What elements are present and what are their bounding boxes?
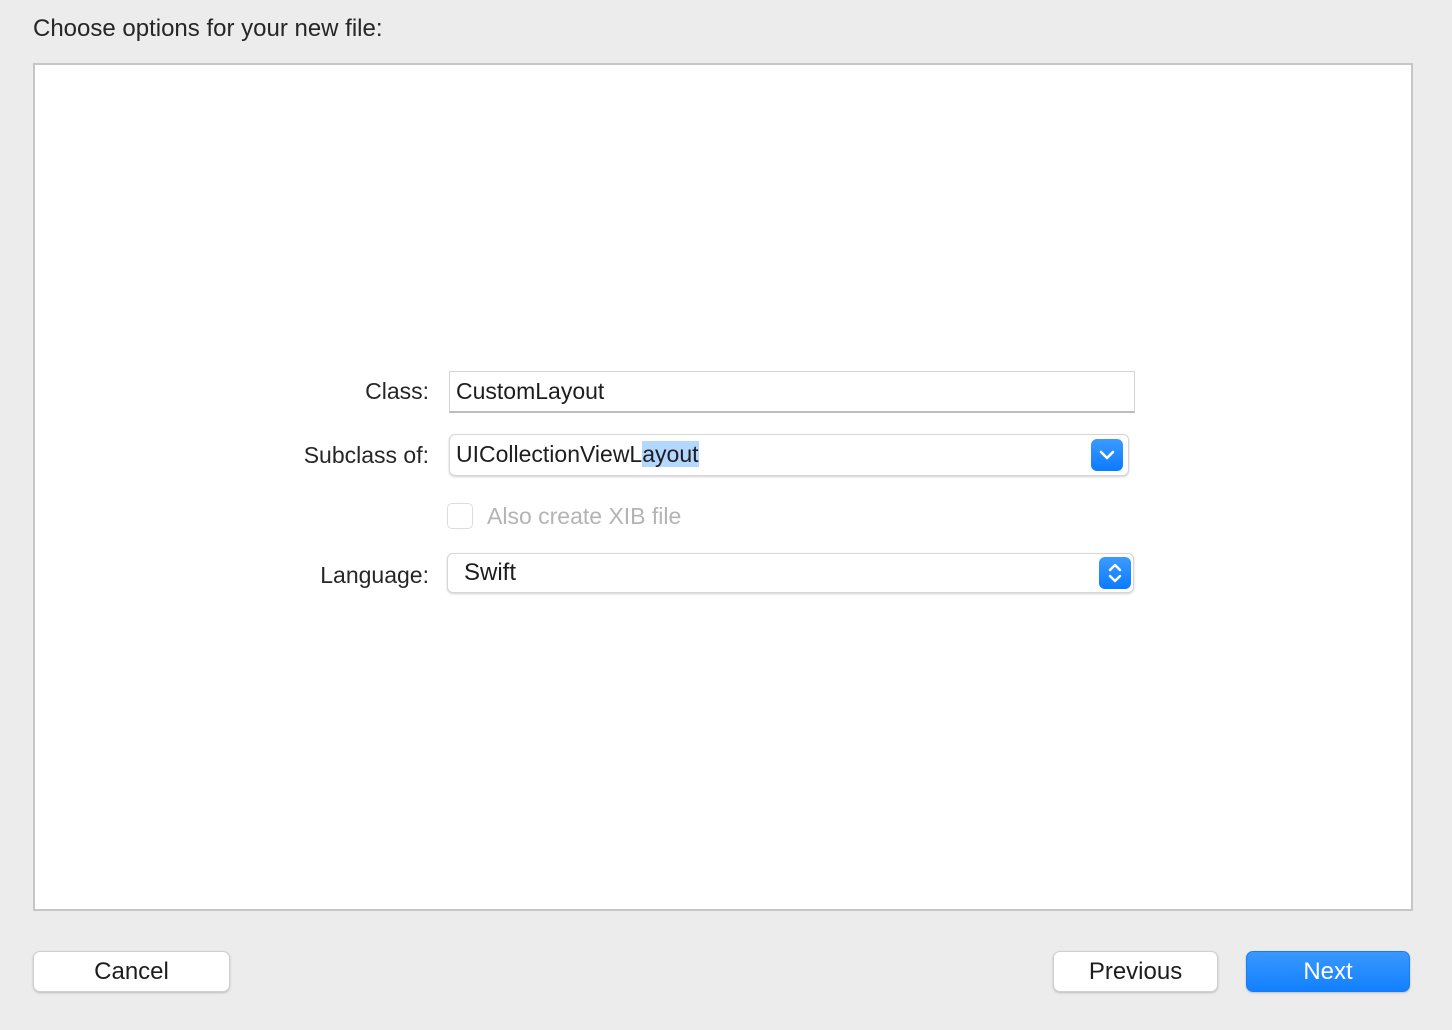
language-label: Language: [320, 562, 429, 588]
class-label: Class: [365, 378, 429, 404]
class-name-field[interactable]: CustomLayout [449, 371, 1135, 413]
subclass-autocomplete-selection: ayout [642, 441, 699, 467]
language-popup-button[interactable]: Swift [447, 553, 1134, 593]
subclass-dropdown-button[interactable] [1091, 439, 1123, 471]
language-value: Swift [464, 559, 517, 586]
chevron-down-icon [1099, 450, 1115, 460]
language-popup-indicator [1099, 557, 1131, 589]
next-button[interactable]: Next [1246, 951, 1410, 992]
dialog-heading: Choose options for your new file: [33, 15, 383, 42]
subclass-typed-text: UICollectionViewL [456, 441, 643, 467]
subclass-label: Subclass of: [303, 442, 429, 468]
class-name-value: CustomLayout [456, 378, 605, 404]
subclass-combo-box[interactable]: UICollectionViewLayout [449, 434, 1129, 476]
options-panel [33, 63, 1413, 911]
previous-button[interactable]: Previous [1053, 951, 1218, 992]
xib-checkbox-label: Also create XIB file [487, 503, 682, 529]
up-down-chevron-icon [1108, 563, 1122, 583]
cancel-button[interactable]: Cancel [33, 951, 230, 992]
xib-checkbox[interactable] [447, 503, 473, 529]
